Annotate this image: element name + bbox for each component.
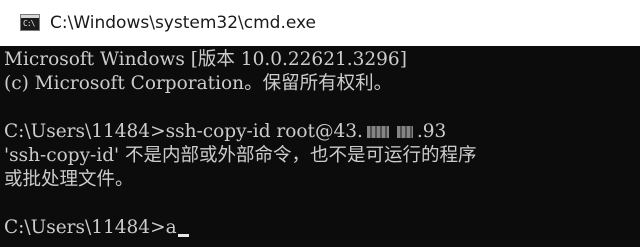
text-cursor (177, 234, 189, 237)
redacted-block (396, 126, 413, 138)
command-line: C:\Users\11484>ssh-copy-id root@43. .93 (4, 120, 446, 144)
current-prompt: C:\Users\11484> (4, 217, 166, 238)
current-input[interactable]: a (166, 217, 177, 238)
command-text-start: ssh-copy-id root@43. (165, 121, 363, 142)
title-bar[interactable]: C:\ C:\Windows\system32\cmd.exe (0, 0, 640, 46)
command-text-end: .93 (416, 121, 447, 142)
redacted-block (366, 126, 389, 138)
command-prompt: C:\Users\11484> (4, 121, 166, 142)
window-title: C:\Windows\system32\cmd.exe (50, 13, 317, 33)
banner-line-2: (c) Microsoft Corporation。保留所有权利。 (4, 73, 393, 94)
console-output[interactable]: Microsoft Windows [版本 10.0.22621.3296] (… (4, 48, 640, 247)
banner-line-1: Microsoft Windows [版本 10.0.22621.3296] (4, 49, 407, 70)
cmd-icon: C:\ (20, 14, 40, 31)
error-line-1: 'ssh-copy-id' 不是内部或外部命令，也不是可运行的程序 (4, 145, 477, 166)
error-line-2: 或批处理文件。 (4, 169, 134, 190)
cmd-window: C:\ C:\Windows\system32\cmd.exe Microsof… (0, 0, 640, 247)
input-line[interactable]: C:\Users\11484>a (4, 216, 189, 240)
icon-glyph: C:\ (23, 19, 35, 28)
